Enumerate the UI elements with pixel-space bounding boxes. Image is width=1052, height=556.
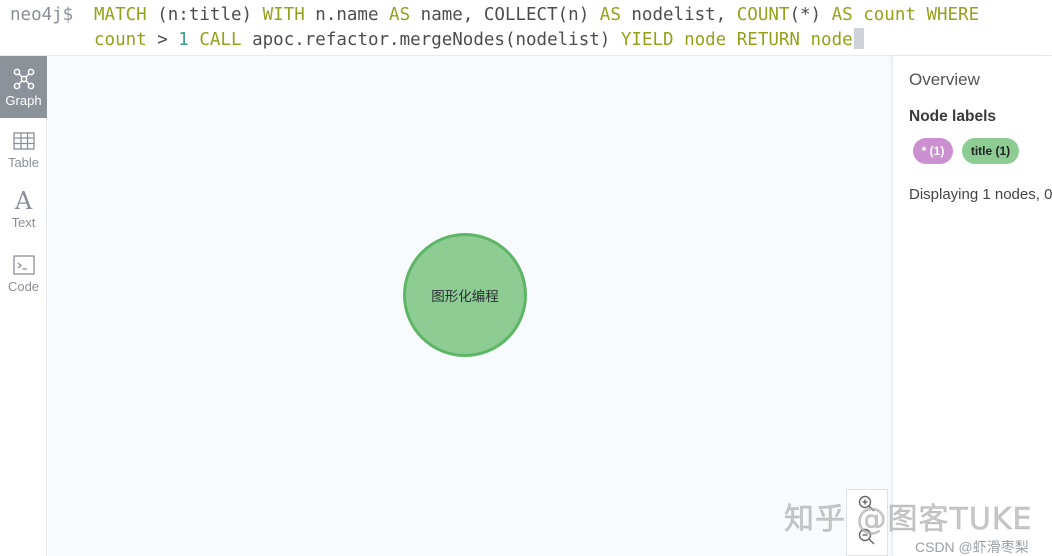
graph-icon (12, 67, 36, 91)
table-icon (12, 129, 36, 153)
query-token: (n:title) (146, 5, 263, 25)
view-graph-label: Graph (5, 92, 42, 108)
view-text-label: Text (11, 214, 36, 230)
query-token: WITH (262, 5, 305, 25)
query-token: node (673, 30, 737, 50)
query-token: apoc.refactor.mergeNodes(nodelist) (241, 30, 621, 50)
query-token: name, COLLECT(n) (410, 5, 600, 25)
query-token: AS (389, 5, 411, 25)
query-token: COUNT (736, 5, 790, 25)
query-token: count (852, 5, 927, 25)
query-token: CALL (199, 30, 242, 50)
graph-node[interactable]: 图形化编程 (403, 233, 527, 357)
query-token: nodelist, (620, 5, 737, 25)
query-token: AS (599, 5, 621, 25)
query-token: MATCH (94, 5, 147, 25)
overview-title: Overview (909, 70, 980, 89)
display-status: Displaying 1 nodes, 0 relationships. (909, 186, 1052, 203)
node-labels-heading: Node labels (909, 108, 996, 125)
text-cursor (853, 28, 864, 49)
editor-prompt: neo4j$ (10, 5, 74, 25)
query-token (189, 30, 200, 50)
query-token: WHERE (926, 5, 980, 25)
text-icon: A (14, 186, 33, 215)
query-token: YIELD (620, 30, 674, 50)
view-code-label: Code (7, 278, 40, 294)
query-token: RETURN (736, 30, 800, 50)
view-table-button[interactable]: Table (0, 118, 47, 180)
query-token: n.name (304, 5, 390, 25)
query-token: 1 (178, 30, 189, 50)
watermark-sub: CSDN @虾滑枣梨 (915, 539, 1029, 555)
query-token: node (799, 30, 853, 50)
label-pill-all[interactable]: * (1) (913, 138, 953, 164)
label-pill-title[interactable]: title (1) (962, 138, 1019, 164)
overview-panel: Overview Node labels * (1) title (1) Dis… (892, 56, 1052, 556)
query-token: count (94, 30, 147, 50)
view-graph-button[interactable]: Graph (0, 56, 47, 118)
query-token: AS (831, 5, 853, 25)
view-text-button[interactable]: A Text (0, 178, 47, 240)
query-token: (*) (789, 5, 832, 25)
watermark-main: 知乎 @图客TUKE (784, 502, 1033, 538)
query-line-2[interactable]: count > 1 CALL apoc.refactor.mergeNodes(… (94, 28, 864, 53)
view-table-label: Table (7, 154, 40, 170)
query-editor[interactable]: neo4j$ MATCH (n:title) WITH n.name AS na… (0, 0, 1052, 56)
graph-canvas[interactable]: 图形化编程 (48, 56, 892, 556)
query-line-1[interactable]: MATCH (n:title) WITH n.name AS name, COL… (94, 3, 979, 28)
graph-node-label: 图形化编程 (431, 289, 499, 305)
code-icon (12, 253, 36, 277)
view-switcher: Graph Table A Text Code (0, 56, 47, 556)
query-token: > (146, 30, 179, 50)
view-code-button[interactable]: Code (0, 242, 47, 304)
